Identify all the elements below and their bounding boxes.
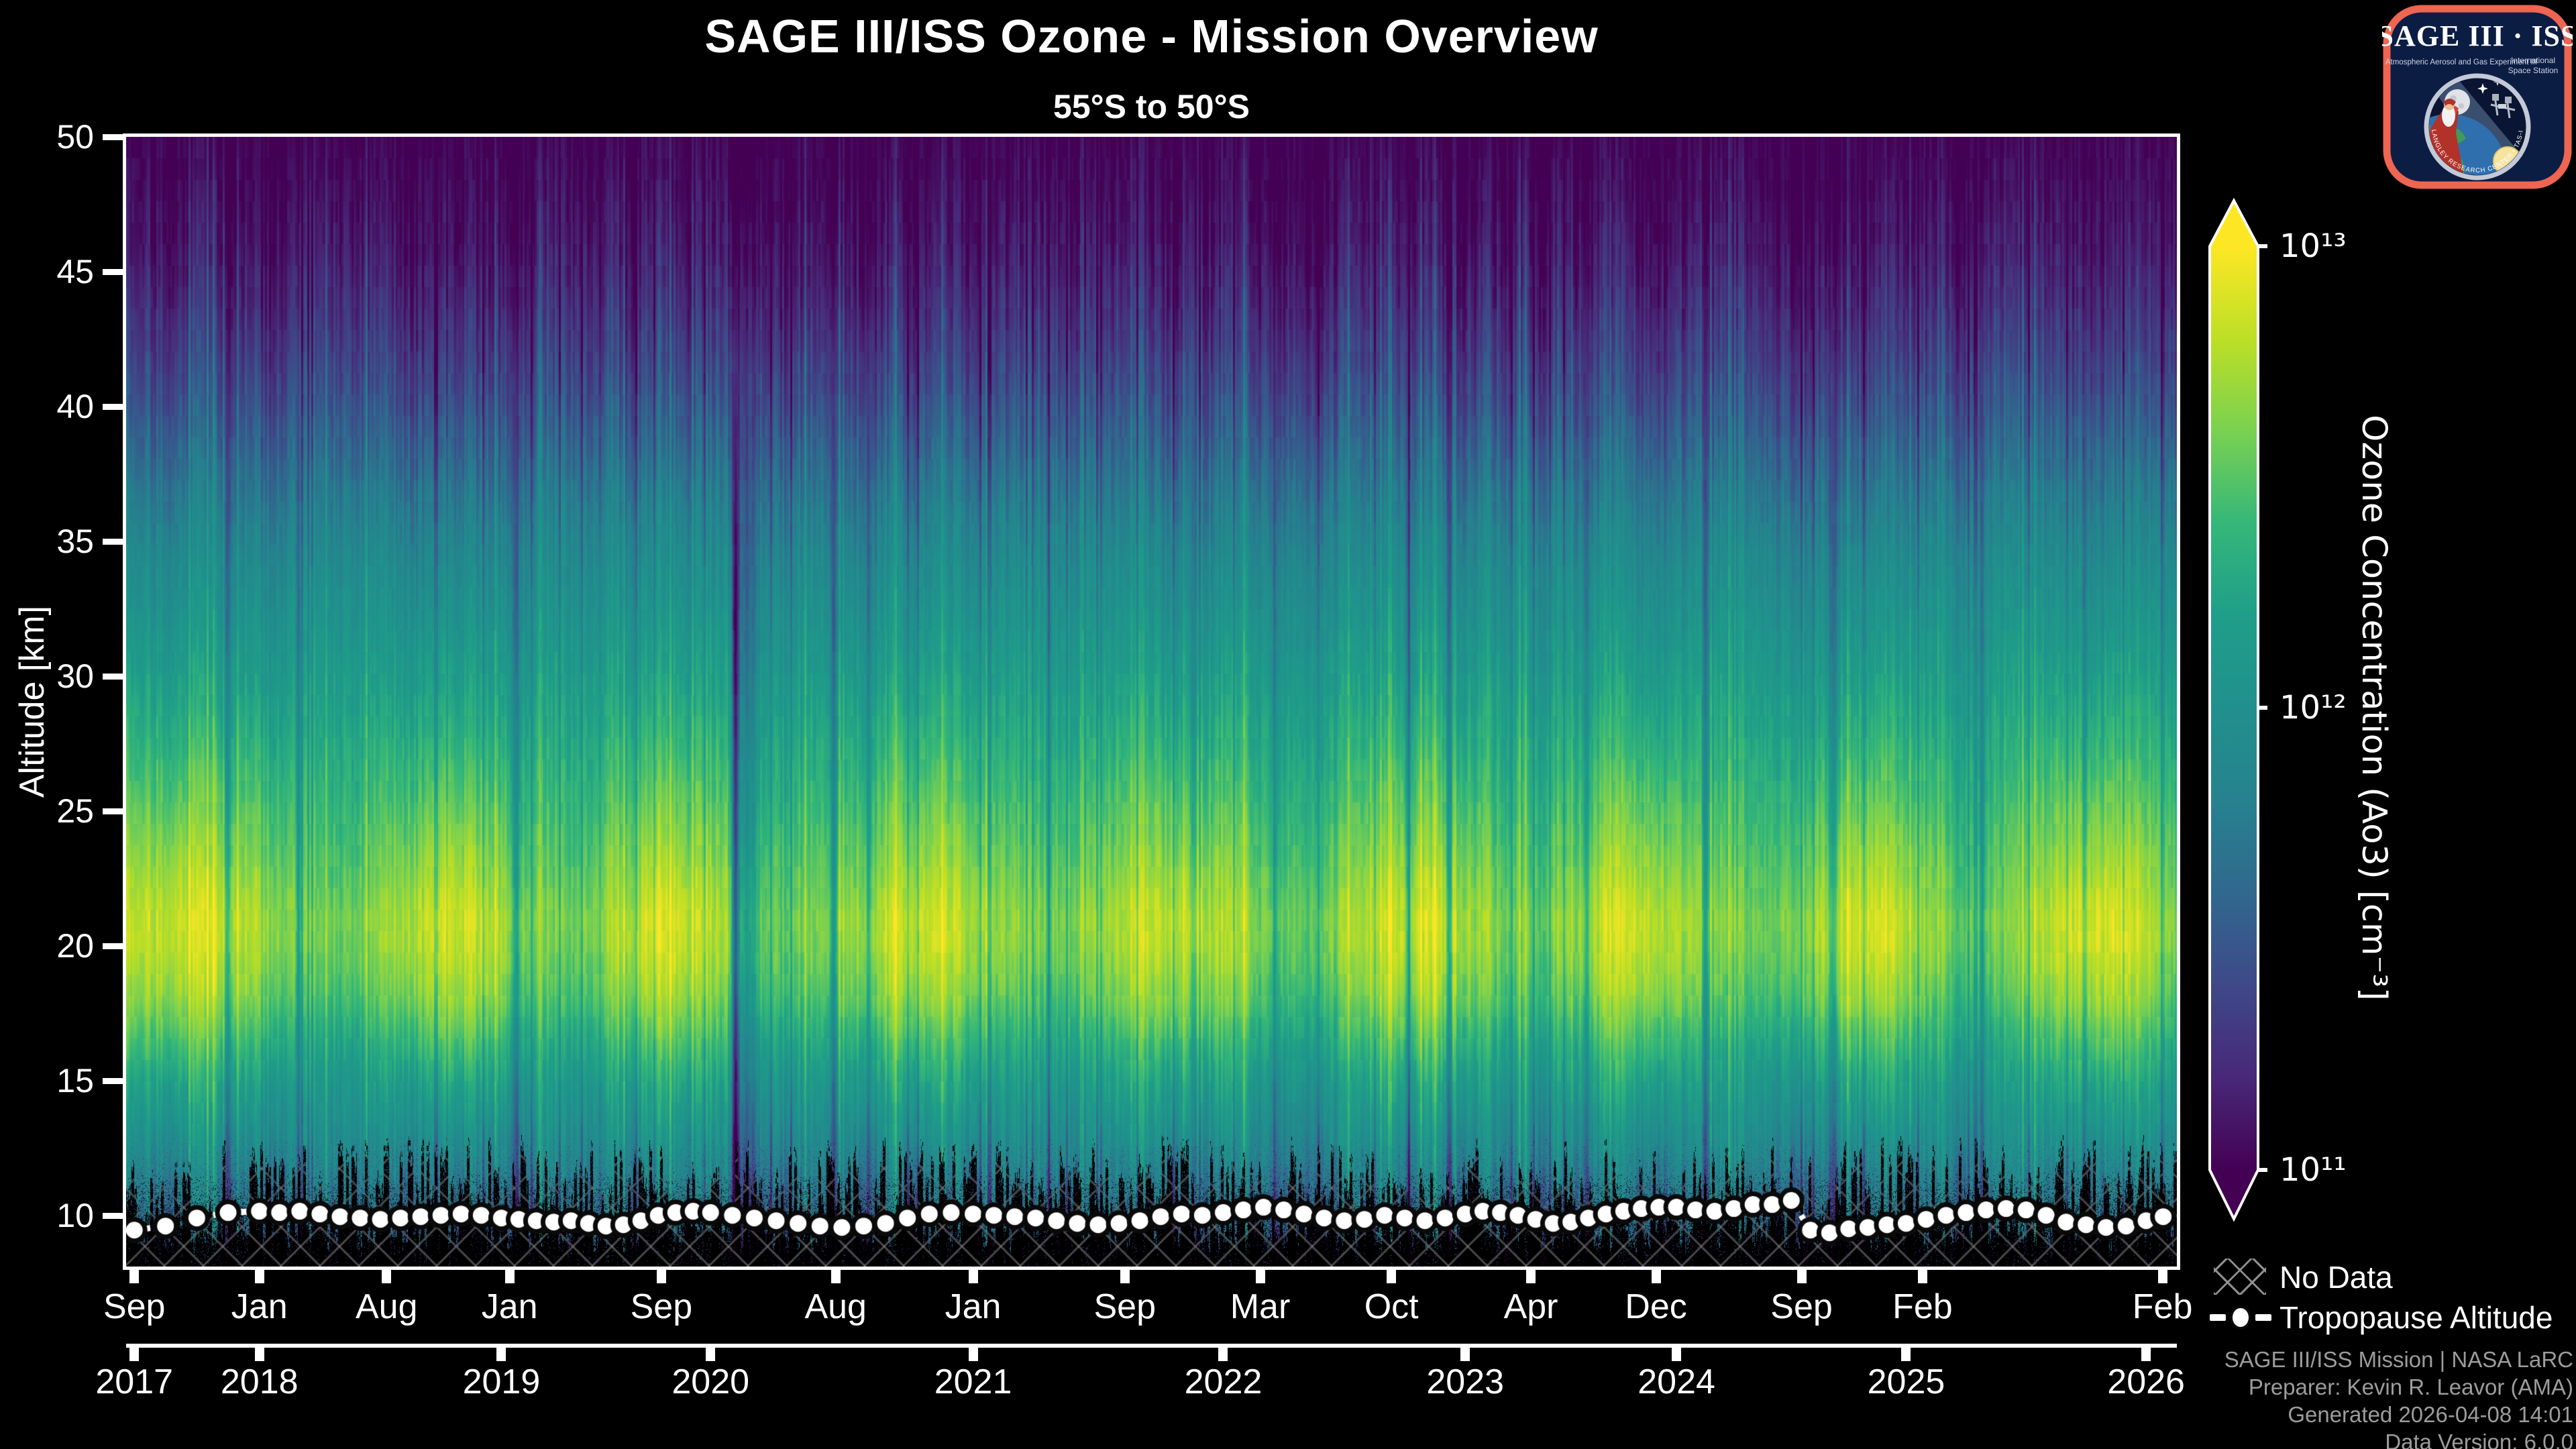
x-axis-year-tick-mark <box>2141 1348 2151 1361</box>
x-axis-month-tick-mark <box>1918 1270 1927 1283</box>
x-axis-year-tick-label: 2022 <box>1149 1362 1297 1402</box>
x-axis-year-tick-mark <box>1460 1348 1470 1361</box>
figure-root: SAGE III/ISS Ozone - Mission Overview 55… <box>0 0 2576 1449</box>
y-axis-tick-label: 20 <box>0 926 94 966</box>
x-axis-month-tick-label: Aug <box>762 1287 910 1327</box>
colorbar-tick-mid <box>2258 706 2267 710</box>
colorbar-gradient-bar <box>2210 201 2258 1219</box>
x-axis-month-tick-mark <box>657 1270 666 1283</box>
plot-area <box>123 133 2180 1270</box>
badge-subtitle-right-2: Space Station <box>2508 66 2559 75</box>
y-axis-tick-mark <box>103 134 123 140</box>
year-axis-line <box>126 1344 2177 1348</box>
ozone-heatmap-canvas <box>126 137 2177 1267</box>
badge-title: SAGE III · ISS <box>2382 19 2573 52</box>
x-axis-year-tick-mark <box>969 1348 978 1361</box>
x-axis-year-tick-mark <box>706 1348 715 1361</box>
x-axis-month-tick-label: Feb <box>2089 1287 2237 1327</box>
sage-iii-iss-mission-patch-logo: SAGE III · ISS Atmospheric Aerosol and G… <box>2382 4 2573 190</box>
x-axis-month-tick-label: Mar <box>1187 1287 1334 1327</box>
x-axis-month-tick-mark <box>1797 1270 1807 1283</box>
y-axis-tick-mark <box>103 1213 123 1219</box>
y-axis-tick-label: 45 <box>0 252 94 292</box>
y-axis-tick-label: 25 <box>0 791 94 831</box>
latitude-band-subtitle: 55°S to 50°S <box>126 87 2177 126</box>
x-axis-month-tick-mark <box>255 1270 264 1283</box>
tropopause-legend-label: Tropopause Altitude <box>2279 1299 2553 1336</box>
x-axis-year-tick-mark <box>1901 1348 1911 1361</box>
x-axis-year-tick-mark <box>1218 1348 1228 1361</box>
x-axis-month-tick-mark <box>1256 1270 1265 1283</box>
y-axis-tick-label: 15 <box>0 1061 94 1101</box>
y-axis-tick-label: 35 <box>0 521 94 561</box>
x-axis-month-tick-mark <box>382 1270 391 1283</box>
attribution-generated: Generated 2026-04-08 14:01 <box>1945 1402 2573 1428</box>
x-axis-year-tick-label: 2019 <box>427 1362 575 1402</box>
x-axis-year-tick-label: 2021 <box>900 1362 1047 1402</box>
x-axis-year-tick-label: 2026 <box>2072 1362 2220 1402</box>
x-axis-month-tick-mark <box>1387 1270 1396 1283</box>
x-axis-year-tick-mark <box>255 1348 264 1361</box>
x-axis-month-tick-mark <box>1652 1270 1661 1283</box>
colorbar-tick-bottom <box>2258 1168 2267 1172</box>
x-axis-month-tick-label: Jan <box>436 1287 584 1327</box>
x-axis-month-tick-mark <box>505 1270 515 1283</box>
colorbar-tick-top <box>2258 244 2267 248</box>
no-data-legend-label: No Data <box>2279 1259 2393 1295</box>
x-axis-year-tick-label: 2018 <box>186 1362 333 1402</box>
y-axis-tick-label: 40 <box>0 386 94 427</box>
colorbar-tick-label-1e11: 10¹¹ <box>2279 1150 2427 1190</box>
y-axis-tick-label: 30 <box>0 656 94 696</box>
y-axis-tick-label: 10 <box>0 1195 94 1236</box>
x-axis-month-tick-mark <box>969 1270 978 1283</box>
x-axis-month-tick-mark <box>1526 1270 1536 1283</box>
x-axis-month-tick-mark <box>1120 1270 1130 1283</box>
page-title: SAGE III/ISS Ozone - Mission Overview <box>126 9 2177 63</box>
y-axis-label: Altitude [km] <box>12 433 50 970</box>
colorbar-tick-label-1e13: 10¹³ <box>2279 226 2427 266</box>
x-axis-month-tick-mark <box>129 1270 139 1283</box>
y-axis-tick-mark <box>103 808 123 814</box>
y-axis-tick-label: 50 <box>0 117 94 157</box>
badge-subtitle-right-1: International <box>2511 56 2555 65</box>
x-axis-month-tick-label: Oct <box>1318 1287 1465 1327</box>
x-axis-year-tick-label: 2024 <box>1603 1362 1750 1402</box>
attribution-data-version: Data Version: 6.0.0 <box>1945 1430 2573 1449</box>
x-axis-month-tick-label: Jan <box>900 1287 1047 1327</box>
x-axis-year-tick-mark <box>496 1348 506 1361</box>
y-axis-tick-mark <box>103 1078 123 1084</box>
attribution-preparer: Preparer: Kevin R. Leavor (AMA) <box>1945 1375 2573 1400</box>
colorbar <box>2202 191 2275 1234</box>
x-axis-month-tick-mark <box>831 1270 841 1283</box>
attribution-mission: SAGE III/ISS Mission | NASA LaRC <box>1945 1347 2573 1373</box>
y-axis-tick-mark <box>103 269 123 275</box>
y-axis-tick-mark <box>103 943 123 949</box>
legend-dash-right <box>2255 1314 2271 1321</box>
x-axis-year-tick-mark <box>129 1348 139 1361</box>
x-axis-year-tick-label: 2020 <box>637 1362 784 1402</box>
moon-crater-2 <box>2459 103 2464 109</box>
x-axis-year-tick-label: 2023 <box>1391 1362 1539 1402</box>
y-axis-tick-mark <box>103 404 123 410</box>
y-axis-tick-mark <box>103 674 123 680</box>
colorbar-tick-label-1e12: 10¹² <box>2279 688 2427 728</box>
x-axis-month-tick-label: Dec <box>1582 1287 1730 1327</box>
x-axis-month-tick-label: Feb <box>1849 1287 1996 1327</box>
x-axis-month-tick-label: Jan <box>186 1287 333 1327</box>
x-axis-month-tick-label: Sep <box>1051 1287 1199 1327</box>
x-axis-month-tick-mark <box>2158 1270 2167 1283</box>
x-axis-month-tick-label: Sep <box>588 1287 735 1327</box>
x-axis-year-tick-label: 2025 <box>1832 1362 1980 1402</box>
x-axis-year-tick-mark <box>1672 1348 1681 1361</box>
colorbar-axis-label: Ozone Concentration (Ao3) [cm⁻³] <box>2356 205 2394 1211</box>
y-axis-tick-mark <box>103 539 123 545</box>
